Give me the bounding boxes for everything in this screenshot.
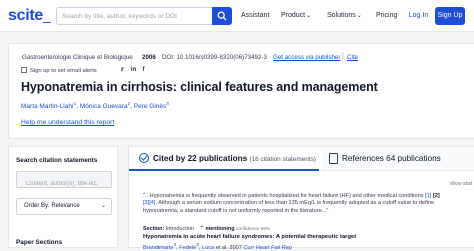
filters-heading: Search citation statements [16,157,98,164]
linkedin-icon[interactable]: in [130,67,137,74]
facebook-icon[interactable]: f [140,67,147,74]
nav-pricing[interactable]: Pricing [376,12,397,19]
citation-statement: "...Hyponatremia is frequently observed … [143,193,440,214]
citing-paper-title[interactable]: Hyponatremia in acute heart failure synd… [143,234,356,240]
tab-cited-by[interactable]: Cited by 22 publications (16 citation st… [129,147,319,171]
author-link[interactable]: Mónica Guevara [80,103,128,110]
cite-link[interactable]: Cite [347,54,358,61]
author-link[interactable]: Marta Martin-Llahí [21,103,74,110]
author-link[interactable]: Pere Ginès [134,103,167,110]
chevron-down-icon: ⌄ [356,13,362,19]
paper-title: Hyponatremia in cirrhosis: clinical feat… [21,80,378,94]
author-list: Marta Martin-Llahí1, Mónica Guevara2, Pe… [21,101,169,111]
order-by-select[interactable]: Order By: Relevance ⌄ [16,198,112,215]
login-button[interactable]: Log In [405,7,432,25]
nav-solutions[interactable]: Solutions⌄ [327,12,362,19]
reference-link[interactable]: [2] [433,193,440,199]
scite-logo[interactable]: scite_ [8,7,51,25]
get-access-link[interactable]: Get access via publisher [273,54,340,61]
document-icon [329,153,338,164]
citation-filters-panel: Search citation statements Order By: Rel… [8,146,118,248]
reference-link[interactable]: [3][4] [143,200,155,206]
journal-name[interactable]: Gastroenterologie Clinique et Biologique [22,54,133,61]
mentioning-icon: ⌃ [199,226,205,232]
chevron-down-icon: ⌄ [100,203,106,209]
show-abstract-toggle[interactable]: show abst [450,181,473,187]
help-understand-link[interactable]: Help me understand this report [21,119,114,126]
logo-arrow-icon: _ [42,7,51,23]
reference-link[interactable]: [1] [425,193,431,199]
nav-assistant[interactable]: Assistant [241,12,269,19]
doi-text: DOI: 10.1016/s0399-8320(06)73492-3 [162,54,267,61]
tab-references[interactable]: References 64 publications [321,147,474,171]
alert-checkbox[interactable] [21,67,27,73]
citation-meta: Section: Introduction ⌃mentioning confid… [143,226,271,232]
search-input[interactable] [62,8,202,24]
paper-sections-heading[interactable]: Paper Sections [16,239,62,246]
citation-search-box [16,171,112,192]
search-button[interactable] [212,7,232,25]
signup-button[interactable]: Sign Up [435,7,465,25]
search-box [56,7,232,25]
citation-search-input[interactable] [17,176,111,192]
chevron-down-icon: ⌄ [306,13,312,19]
citing-paper-authors: Brandimarte3, Fedele3, Luca et al. 2007 … [143,242,292,251]
twitter-icon[interactable]: 𝕣 [119,67,126,74]
cited-check-icon [139,153,149,163]
separator: | [342,53,344,60]
paper-header-card: Gastroenterologie Clinique et Biologique… [8,43,474,139]
email-alert-toggle[interactable]: Sign up to set email alerts [21,67,97,74]
search-icon [217,11,227,21]
publication-year: 2006 [142,54,156,61]
top-navbar: scite_ Assistant Product⌄ Solutions⌄ Pri… [0,0,474,32]
nav-product[interactable]: Product⌄ [281,12,311,19]
citations-panel: Cited by 22 publications (16 citation st… [128,146,474,251]
